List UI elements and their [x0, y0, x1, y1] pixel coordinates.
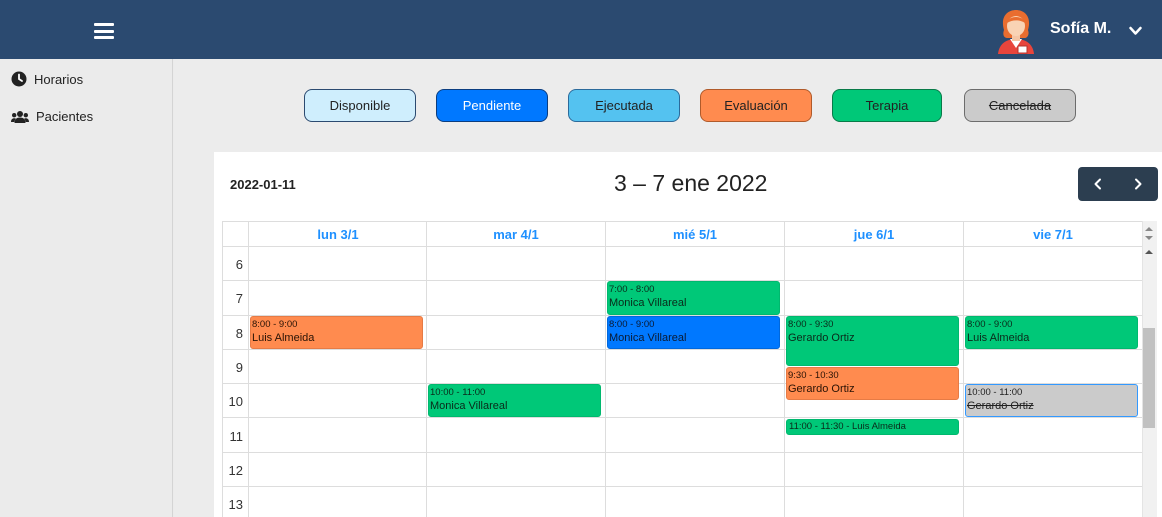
- user-name[interactable]: Sofía M.: [1050, 20, 1111, 38]
- user-avatar-icon[interactable]: [995, 8, 1037, 54]
- day-header[interactable]: vie 7/1: [963, 222, 1142, 247]
- event-patient-name: Monica Villareal: [430, 400, 508, 413]
- hour-row[interactable]: [223, 350, 1142, 385]
- next-week-button[interactable]: [1118, 167, 1158, 201]
- event-time: 7:00 - 8:00: [609, 284, 655, 296]
- event-time: 11:00 - 11:30 - Luis Almeida: [789, 420, 906, 432]
- event-time: 8:00 - 9:00: [967, 318, 1013, 330]
- menu-icon[interactable]: [94, 23, 114, 39]
- day-column: [963, 222, 964, 517]
- calendar-range-title: 3 – 7 ene 2022: [614, 170, 768, 196]
- event-time: 9:30 - 10:30: [788, 370, 839, 382]
- hour-label: 9: [235, 359, 243, 375]
- event-patient-name: Monica Villareal: [609, 297, 687, 310]
- sidebar-item-horarios[interactable]: Horarios: [11, 71, 83, 87]
- legend-ejecutada-button[interactable]: Ejecutada: [568, 89, 680, 122]
- event-time: 8:00 - 9:00: [609, 318, 655, 330]
- week-navigation: [1078, 167, 1158, 201]
- top-bar: Sofía M.: [0, 0, 1162, 59]
- legend-evaluacion-button[interactable]: Evaluación: [700, 89, 812, 122]
- appointment-event[interactable]: 10:00 - 11:00 Gerardo Ortiz: [965, 384, 1138, 418]
- appointment-event[interactable]: 8:00 - 9:00 Luis Almeida: [250, 315, 423, 349]
- scrollbar-thumb[interactable]: [1143, 328, 1155, 428]
- week-calendar-grid: lun 3/1 mar 4/1 mié 5/1 jue 6/1 vie 7/1 6 7 8 9 1…: [222, 221, 1142, 517]
- sidebar-item-pacientes[interactable]: Pacientes: [11, 109, 93, 124]
- hour-row[interactable]: [223, 419, 1142, 453]
- current-date: 2022-01-11: [230, 177, 296, 192]
- day-header[interactable]: jue 6/1: [784, 222, 963, 247]
- appointment-event[interactable]: 8:00 - 9:00 Monica Villareal: [607, 315, 780, 349]
- appointment-event[interactable]: 11:00 - 11:30 - Luis Almeida: [786, 418, 959, 435]
- legend-cancelada-button[interactable]: Cancelada: [964, 89, 1076, 122]
- clock-icon: [11, 71, 27, 87]
- event-time: 10:00 - 11:00: [967, 387, 1023, 399]
- day-header[interactable]: mié 5/1: [605, 222, 784, 247]
- event-time: 8:00 - 9:00: [252, 318, 298, 330]
- hour-label: 12: [228, 462, 243, 478]
- chevron-left-icon: [1094, 178, 1101, 190]
- hour-row[interactable]: [223, 247, 1142, 282]
- scroll-down-icon[interactable]: [1145, 235, 1153, 241]
- grid-corner: [223, 222, 248, 247]
- appointment-event[interactable]: 8:00 - 9:00 Luis Almeida: [965, 315, 1138, 349]
- users-icon: [11, 110, 29, 123]
- legend-disponible-button[interactable]: Disponible: [304, 89, 416, 122]
- event-time: 8:00 - 9:30: [788, 318, 834, 330]
- hour-label: 13: [228, 497, 243, 513]
- chevron-right-icon: [1135, 178, 1142, 190]
- appointment-event[interactable]: 8:00 - 9:30 Gerardo Ortiz: [786, 315, 959, 367]
- scroll-up-icon[interactable]: [1145, 226, 1153, 232]
- appointment-event[interactable]: 9:30 - 10:30 Gerardo Ortiz: [786, 367, 959, 401]
- event-patient-name: Luis Almeida: [967, 331, 1030, 344]
- event-patient-name: Luis Almeida: [252, 331, 315, 344]
- day-column: [605, 222, 606, 517]
- sidebar-item-label: Horarios: [34, 71, 84, 87]
- legend-terapia-button[interactable]: Terapia: [832, 89, 942, 122]
- event-patient-name: Gerardo Ortiz: [788, 331, 855, 344]
- hour-label: 11: [229, 428, 244, 444]
- appointment-event[interactable]: 10:00 - 11:00 Monica Villareal: [428, 384, 601, 418]
- scroll-up-icon[interactable]: [1145, 249, 1153, 255]
- day-column: [426, 222, 427, 517]
- day-header[interactable]: lun 3/1: [248, 222, 427, 247]
- hour-row[interactable]: [223, 453, 1142, 488]
- chevron-down-icon[interactable]: [1129, 26, 1142, 36]
- event-time: 10:00 - 11:00: [430, 387, 486, 399]
- event-patient-name: Gerardo Ortiz: [967, 400, 1034, 413]
- legend-pendiente-button[interactable]: Pendiente: [436, 89, 548, 122]
- hour-label: 10: [228, 394, 243, 410]
- event-patient-name: Gerardo Ortiz: [788, 383, 855, 396]
- day-column: [784, 222, 785, 517]
- previous-week-button[interactable]: [1078, 167, 1118, 201]
- day-header[interactable]: mar 4/1: [426, 222, 605, 247]
- event-patient-name: Monica Villareal: [609, 331, 687, 344]
- hour-row[interactable]: [223, 487, 1142, 517]
- appointment-event[interactable]: 7:00 - 8:00 Monica Villareal: [607, 281, 780, 315]
- sidebar: Horarios Pacientes: [0, 59, 173, 517]
- hour-label: 8: [235, 325, 243, 341]
- hour-label: 7: [235, 291, 243, 307]
- day-column: [248, 222, 249, 517]
- sidebar-item-label: Pacientes: [36, 109, 94, 124]
- hour-label: 6: [235, 257, 243, 272]
